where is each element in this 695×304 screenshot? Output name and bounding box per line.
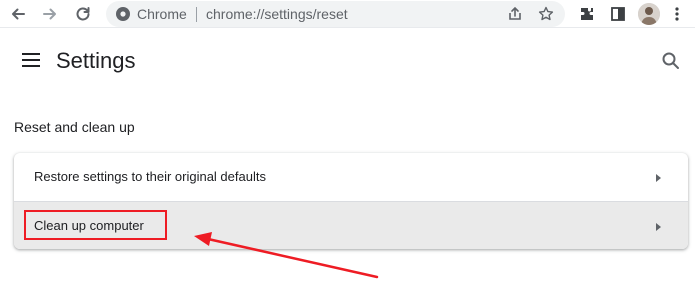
address-bar[interactable]: Chrome chrome://settings/reset [106,1,565,27]
arrow-right-icon [652,171,664,183]
reload-icon[interactable] [71,2,95,26]
arrow-right-icon [652,220,664,232]
page-title: Settings [56,48,136,73]
star-icon[interactable] [537,5,555,23]
annotation-highlight-box [24,210,167,240]
menu-icon[interactable] [22,52,40,68]
forward-icon[interactable] [38,2,62,26]
restore-defaults-row[interactable]: Restore settings to their original defau… [14,153,688,201]
side-panel-icon[interactable] [606,2,630,26]
avatar[interactable] [638,3,660,25]
url-text[interactable]: chrome://settings/reset [206,6,348,22]
more-icon[interactable] [665,2,689,26]
browser-toolbar: Chrome chrome://settings/reset [0,0,695,28]
chrome-window: Chrome chrome://settings/reset Settings [0,0,695,304]
back-icon[interactable] [6,2,30,26]
site-info-icon[interactable] [114,5,132,23]
annotation-arrow [194,232,379,279]
restore-defaults-label: Restore settings to their original defau… [34,169,266,184]
share-icon[interactable] [506,5,524,23]
extensions-icon[interactable] [575,2,599,26]
site-name: Chrome [137,6,187,22]
section-title: Reset and clean up [14,119,135,135]
omnibox-divider [196,7,197,22]
search-icon[interactable] [660,50,682,72]
